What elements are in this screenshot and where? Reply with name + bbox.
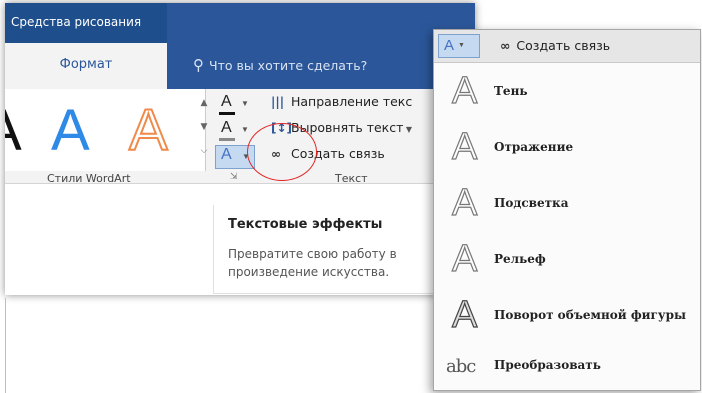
shadow-icon: A xyxy=(451,69,478,112)
3d-rotation-icon: A xyxy=(451,293,478,336)
group-label-text: Текст xyxy=(335,172,368,185)
menu-item-label: Рельеф xyxy=(494,252,546,266)
text-effects-icon: A xyxy=(221,146,232,163)
wordart-style-black[interactable]: A xyxy=(5,97,22,164)
word-ribbon-window: Средства рисования Формат ⚲ Что вы хотите… xyxy=(5,3,475,295)
text-outline-icon: A xyxy=(221,119,232,136)
menu-item-transform[interactable]: abc Преобразовать xyxy=(434,346,700,386)
tell-me-label: Что вы хотите сделать? xyxy=(209,58,368,73)
wordart-styles-gallery[interactable]: A A A xyxy=(5,89,206,171)
highlight-circle xyxy=(247,123,317,181)
gallery-scroll[interactable]: ▲ ▼ ⌵ xyxy=(197,91,211,169)
wordart-style-blue[interactable]: A xyxy=(51,97,90,164)
text-fill-icon: A xyxy=(221,93,232,110)
chevron-down-icon: ▼ xyxy=(403,125,413,134)
text-direction-label: Направление текс xyxy=(291,94,413,109)
tooltip-title: Текстовые эффекты xyxy=(228,217,383,232)
lightbulb-icon: ⚲ xyxy=(193,56,204,74)
text-effects-dropdown: A ▼ ∞ Создать связь A Тень A Отражение A П… xyxy=(433,29,701,391)
dropdown-create-link[interactable]: ∞ Создать связь xyxy=(500,30,610,62)
tell-me-search[interactable]: ⚲ Что вы хотите сделать? xyxy=(193,43,367,89)
text-fill-button[interactable]: A ▼ xyxy=(215,93,255,117)
tab-row: Формат ⚲ Что вы хотите сделать? xyxy=(5,43,475,89)
title-bar: Средства рисования xyxy=(5,3,475,43)
transform-icon: abc xyxy=(446,356,476,377)
text-direction-icon: ||| xyxy=(271,95,285,109)
group-label-wordart: Стили WordArt xyxy=(47,172,131,185)
ribbon-body: A A A ▲ ▼ ⌵ A ▼ A ▼ A ▼ ||| Направление т… xyxy=(5,89,475,185)
page-edge xyxy=(5,298,6,393)
text-effects-tooltip: Текстовые эффекты Превратите свою работу… xyxy=(213,205,435,294)
menu-item-3d-rotation[interactable]: A Поворот объемной фигуры xyxy=(434,290,700,346)
dropdown-header: A ▼ ∞ Создать связь xyxy=(434,30,700,63)
menu-item-label: Преобразовать xyxy=(494,358,601,372)
context-tab-drawing-tools: Средства рисования xyxy=(5,3,167,43)
menu-item-label: Отражение xyxy=(494,140,574,154)
chevron-down-icon: ▼ xyxy=(241,125,249,134)
menu-item-label: Тень xyxy=(494,84,528,98)
gallery-down-icon[interactable]: ▼ xyxy=(197,115,211,139)
bevel-icon: A xyxy=(451,237,478,280)
text-effects-dropdown-button[interactable]: A ▼ xyxy=(438,34,480,58)
menu-item-bevel[interactable]: A Рельеф xyxy=(434,234,700,290)
link-icon: ∞ xyxy=(500,38,511,53)
menu-item-glow[interactable]: A Подсветка xyxy=(434,178,700,234)
gallery-up-icon[interactable]: ▲ xyxy=(197,91,211,115)
reflection-icon: A xyxy=(451,125,478,168)
dropdown-create-link-label: Создать связь xyxy=(516,38,611,53)
menu-item-reflection[interactable]: A Отражение xyxy=(434,122,700,178)
menu-item-label: Поворот объемной фигуры xyxy=(494,308,686,322)
dialog-launcher-icon[interactable]: ⇲ xyxy=(230,172,238,182)
chevron-down-icon: ▼ xyxy=(458,42,465,50)
glow-icon: A xyxy=(451,181,478,224)
menu-item-shadow[interactable]: A Тень xyxy=(434,66,700,122)
text-direction-button[interactable]: ||| Направление текс xyxy=(271,91,412,115)
menu-item-label: Подсветка xyxy=(494,196,569,210)
wordart-style-orange-outline[interactable]: A xyxy=(128,97,169,164)
chevron-down-icon: ▼ xyxy=(241,99,249,108)
text-effects-icon: A xyxy=(444,37,455,54)
gallery-more-icon[interactable]: ⌵ xyxy=(197,139,211,163)
tooltip-description: Превратите свою работу в произведение ис… xyxy=(228,247,397,279)
tab-format[interactable]: Формат xyxy=(5,43,167,89)
